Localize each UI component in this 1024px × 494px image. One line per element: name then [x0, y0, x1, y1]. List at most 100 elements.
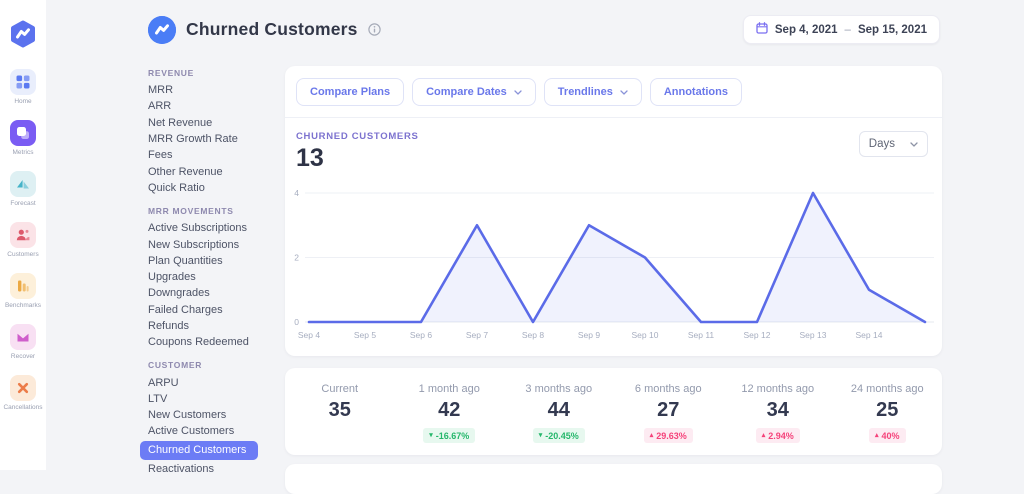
button-label: Annotations [664, 86, 728, 98]
stat-value: 42 [395, 399, 505, 422]
interval-dropdown[interactable]: Days [859, 131, 928, 157]
svg-text:Sep 12: Sep 12 [744, 330, 771, 340]
rail-item-label: Home [14, 98, 31, 105]
chart-toolbar: Compare Plans Compare Dates Trendlines An… [285, 66, 942, 118]
metric-summary: CHURNED CUSTOMERS 13 [296, 131, 419, 173]
sidebar-item-mrr[interactable]: MRR [140, 82, 282, 98]
rail-item-label: Forecast [10, 200, 35, 207]
svg-text:Sep 9: Sep 9 [578, 330, 600, 340]
stat-3-months-ago: 3 months ago44▾-20.45% [504, 383, 614, 443]
sidebar-item-upgrades[interactable]: Upgrades [140, 269, 282, 285]
stat-change-badge: ▾-20.45% [533, 428, 585, 443]
svg-text:Sep 13: Sep 13 [800, 330, 827, 340]
stat-value: 35 [285, 399, 395, 422]
rail-item-home[interactable]: Home [3, 69, 42, 105]
page-header: Churned Customers Sep 4, 2021 – Sep 15, … [148, 15, 940, 44]
sidebar-item-fees[interactable]: Fees [140, 147, 282, 163]
stat-change-value: 40% [882, 431, 900, 441]
chevron-down-icon [620, 90, 628, 95]
rail-item-metrics[interactable]: Metrics [3, 120, 42, 156]
date-range-end: Sep 15, 2021 [858, 24, 927, 36]
metrics-icon [10, 120, 36, 146]
svg-text:Sep 14: Sep 14 [856, 330, 883, 340]
sidebar-item-arpu[interactable]: ARPU [140, 374, 282, 390]
triangle-down-icon: ▾ [539, 432, 543, 439]
sidebar-item-active-subscriptions[interactable]: Active Subscriptions [140, 220, 282, 236]
sidebar-item-churned-customers[interactable]: Churned Customers [140, 441, 258, 460]
comparison-stats-card: Current351 month ago42▾-16.67%3 months a… [285, 368, 942, 455]
button-label: Compare Dates [426, 86, 507, 98]
sidebar-item-active-customers[interactable]: Active Customers [140, 423, 282, 439]
stat-change-badge: ▴40% [869, 428, 906, 443]
rail-item-customers[interactable]: Customers [3, 222, 42, 258]
rail-item-label: Benchmarks [5, 302, 41, 309]
chevron-down-icon [514, 90, 522, 95]
sidebar-section-revenue: REVENUE [140, 68, 282, 78]
sidebar-item-new-subscriptions[interactable]: New Subscriptions [140, 236, 282, 252]
sidebar-item-new-customers[interactable]: New Customers [140, 407, 282, 423]
stat-value: 27 [614, 399, 724, 422]
trendlines-button[interactable]: Trendlines [544, 78, 642, 106]
compare-dates-button[interactable]: Compare Dates [412, 78, 536, 106]
customers-icon [10, 222, 36, 248]
metrics-sidebar: REVENUEMRRARRNet RevenueMRR Growth RateF… [140, 64, 282, 477]
rail-item-benchmarks[interactable]: Benchmarks [3, 273, 42, 309]
sidebar-item-mrr-growth-rate[interactable]: MRR Growth Rate [140, 131, 282, 147]
interval-dropdown-value: Days [869, 138, 895, 150]
sidebar-item-downgrades[interactable]: Downgrades [140, 285, 282, 301]
svg-text:Sep 7: Sep 7 [466, 330, 488, 340]
cancellations-icon [10, 375, 36, 401]
rail-item-label: Recover [11, 353, 35, 360]
svg-text:Sep 4: Sep 4 [298, 330, 320, 340]
annotations-button[interactable]: Annotations [650, 78, 742, 106]
info-icon[interactable] [368, 23, 381, 36]
stat-24-months-ago: 24 months ago 25 ▴40% [833, 383, 943, 443]
triangle-up-icon: ▴ [650, 432, 654, 439]
rail-item-recover[interactable]: Recover [3, 324, 42, 360]
benchmarks-icon [10, 273, 36, 299]
sidebar-section-mrr-movements: MRR MOVEMENTS [140, 206, 282, 216]
svg-text:Sep 11: Sep 11 [688, 330, 715, 340]
sidebar-item-arr[interactable]: ARR [140, 98, 282, 114]
date-range-separator: – [845, 24, 851, 36]
compare-plans-button[interactable]: Compare Plans [296, 78, 404, 106]
metric-total-value: 13 [296, 144, 419, 173]
sidebar-item-refunds[interactable]: Refunds [140, 318, 282, 334]
sidebar-item-other-revenue[interactable]: Other Revenue [140, 163, 282, 179]
sidebar-item-quick-ratio[interactable]: Quick Ratio [140, 180, 282, 196]
triangle-up-icon: ▴ [762, 432, 766, 439]
stat-value: 25 [833, 399, 943, 422]
sidebar-item-reactivations[interactable]: Reactivations [140, 461, 282, 477]
stat-label: 12 months ago [723, 383, 833, 395]
triangle-up-icon: ▴ [875, 432, 879, 439]
sidebar-item-net-revenue[interactable]: Net Revenue [140, 115, 282, 131]
stat-change-value: -16.67% [436, 431, 470, 441]
svg-text:Sep 10: Sep 10 [632, 330, 659, 340]
stat-label: 6 months ago [614, 383, 724, 395]
next-section-card [285, 464, 942, 494]
svg-text:0: 0 [294, 317, 299, 327]
svg-text:2: 2 [294, 253, 299, 263]
stat-change-badge: ▴29.63% [644, 428, 693, 443]
svg-text:Sep 5: Sep 5 [354, 330, 376, 340]
sidebar-item-failed-charges[interactable]: Failed Charges [140, 302, 282, 318]
date-range-picker[interactable]: Sep 4, 2021 – Sep 15, 2021 [743, 15, 940, 44]
stat-1-month-ago: 1 month ago42▾-16.67% [395, 383, 505, 443]
stat-value: 34 [723, 399, 833, 422]
sidebar-item-coupons-redeemed[interactable]: Coupons Redeemed [140, 334, 282, 350]
stat-change-value: -20.45% [545, 431, 579, 441]
forecast-icon [10, 171, 36, 197]
sidebar-item-ltv[interactable]: LTV [140, 391, 282, 407]
button-label: Compare Plans [310, 86, 390, 98]
stat-label: 24 months ago [833, 383, 943, 395]
rail-item-forecast[interactable]: Forecast [3, 171, 42, 207]
rail-item-label: Customers [7, 251, 38, 258]
title-group: Churned Customers [148, 16, 381, 44]
baremetrics-logo[interactable] [9, 20, 37, 53]
rail-item-cancellations[interactable]: Cancellations [3, 375, 42, 411]
churned-customers-line-chart: 024Sep 4Sep 5Sep 6Sep 7Sep 8Sep 9Sep 10S… [285, 176, 942, 356]
rail-item-label: Metrics [13, 149, 34, 156]
stat-current: Current35 [285, 383, 395, 422]
page-title: Churned Customers [186, 19, 358, 40]
sidebar-item-plan-quantities[interactable]: Plan Quantities [140, 253, 282, 269]
